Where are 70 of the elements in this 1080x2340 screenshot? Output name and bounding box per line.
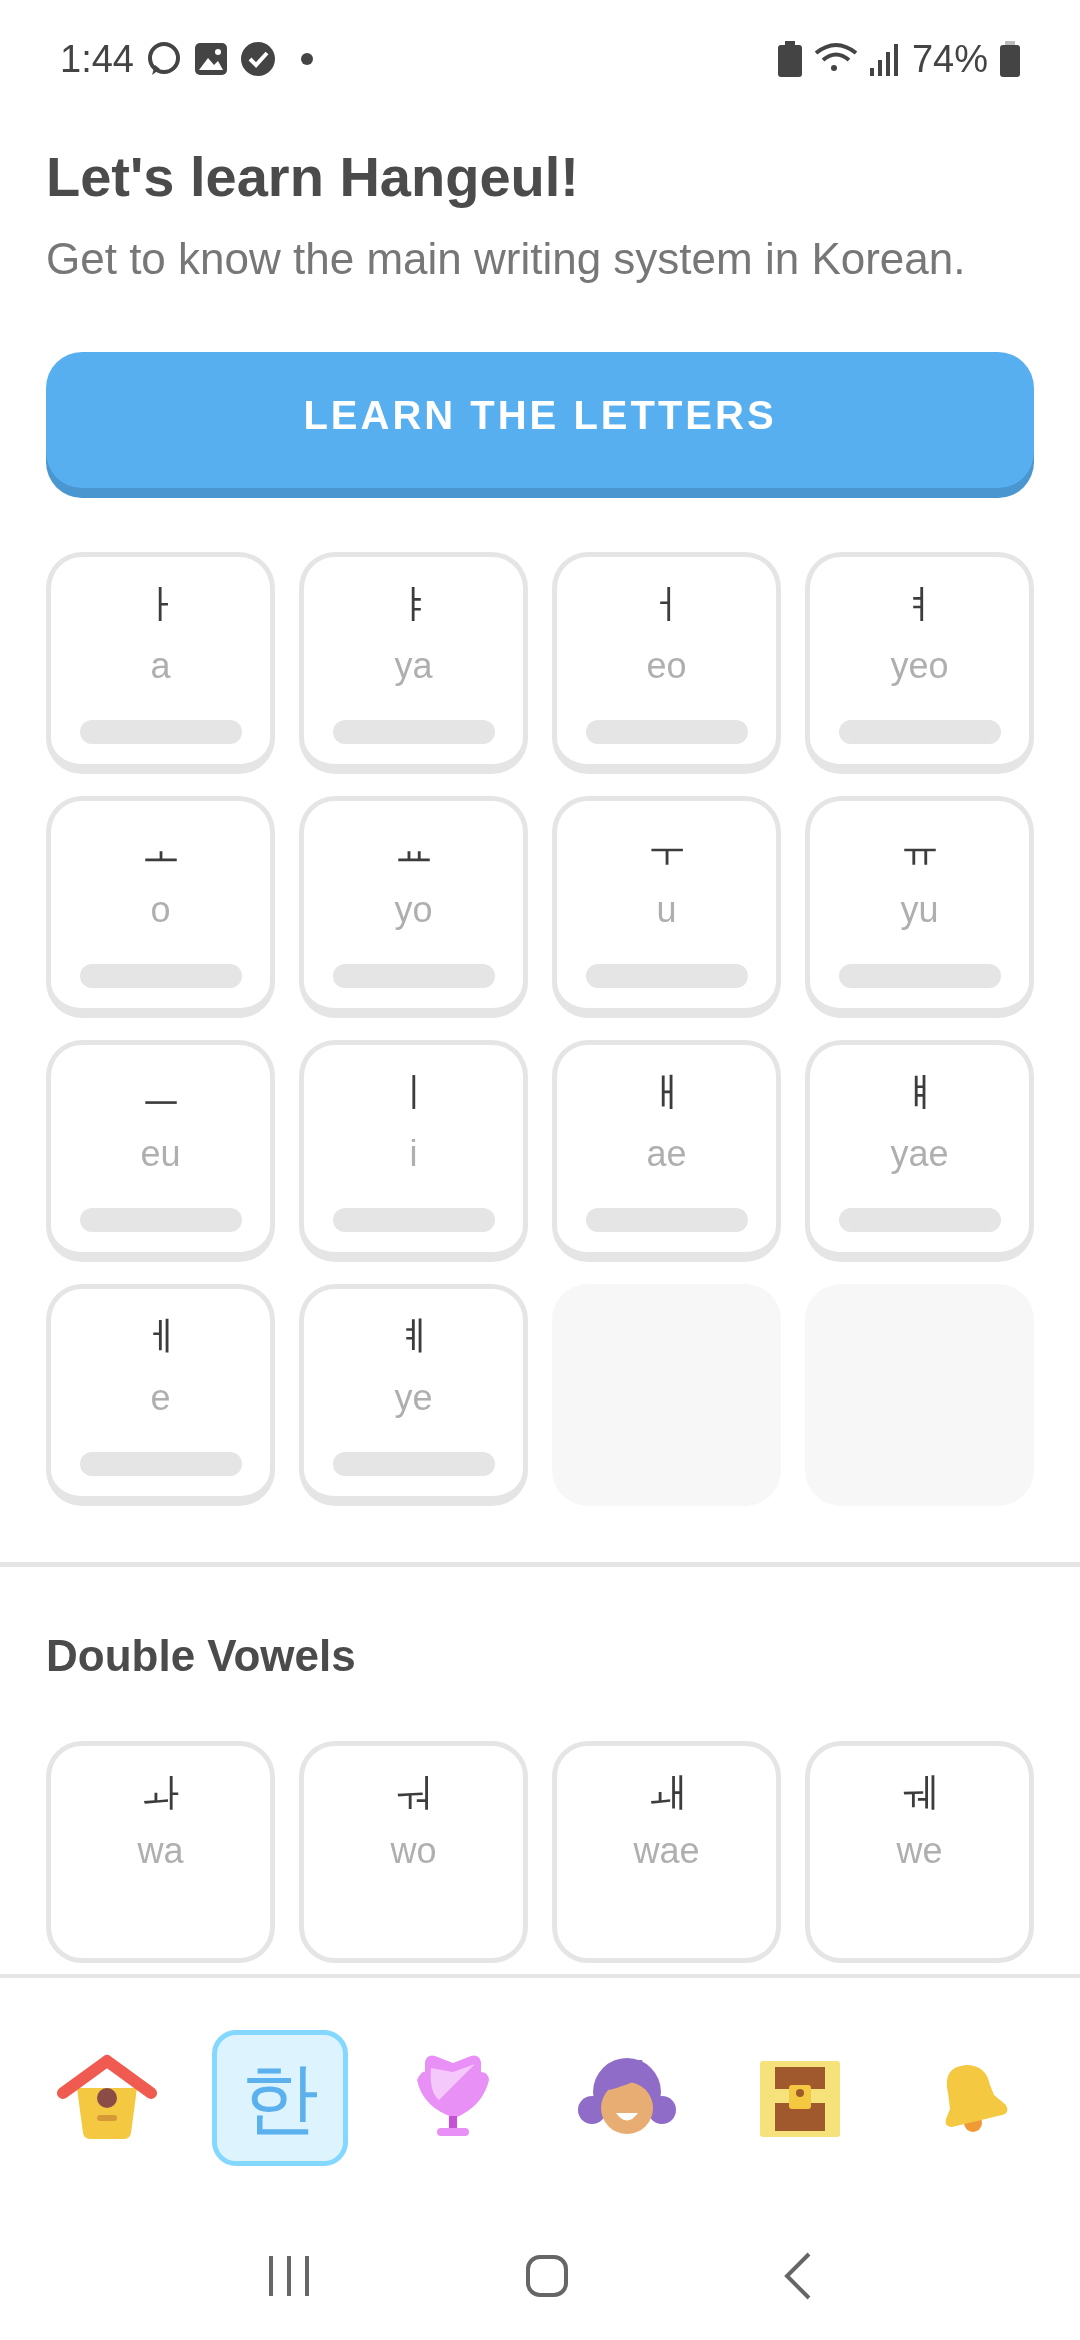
hangul-letter: ㅝ [393, 1769, 434, 1818]
romanization: ye [394, 1376, 433, 1420]
romanization: ya [394, 644, 433, 688]
hangul-letter: ㅠ [899, 824, 940, 873]
hangul-letter: ㅏ [140, 580, 181, 629]
page-subtitle: Get to know the main writing system in Korean. [46, 233, 967, 285]
hangul-letter: ㅛ [393, 824, 434, 873]
romanization: wa [137, 1829, 184, 1873]
hangul-letter: ㅖ [393, 1312, 434, 1361]
hangul-letter: ㅕ [899, 580, 940, 629]
letter-card[interactable]: ㅣ i [299, 1040, 528, 1262]
letter-card[interactable]: ㅐ ae [552, 1040, 781, 1262]
status-time: 1:44 [60, 36, 134, 82]
romanization: ae [646, 1132, 687, 1176]
romanization: eo [646, 644, 687, 688]
romanization: yu [900, 888, 939, 932]
image-icon [193, 42, 228, 76]
dot-icon [299, 52, 314, 66]
signal-icon [869, 42, 900, 76]
letter-card[interactable]: ㅘ wa [46, 1741, 275, 1963]
letter-card[interactable]: ㅑ ya [299, 552, 528, 774]
hangul-letter: ㅒ [899, 1068, 940, 1117]
romanization: wo [390, 1829, 437, 1873]
check-circle-icon [239, 41, 276, 77]
letter-card[interactable]: ㅕ yeo [805, 552, 1034, 774]
hangul-letter: ㅔ [140, 1312, 181, 1361]
romanization: yo [394, 888, 433, 932]
romanization: wae [633, 1829, 700, 1873]
hangul-letter: ㅡ [140, 1068, 181, 1117]
letter-card[interactable]: ㅗ o [46, 796, 275, 1018]
letter-card[interactable]: ㅞ we [805, 1741, 1034, 1963]
romanization: o [150, 888, 171, 932]
hangul-letter: ㅜ [646, 824, 687, 873]
hangul-letter: ㅙ [646, 1769, 687, 1818]
letter-card[interactable]: ㅝ wo [299, 1741, 528, 1963]
letter-card[interactable]: ㅖ ye [299, 1284, 528, 1506]
romanization: yeo [890, 644, 949, 688]
recents-icon[interactable] [267, 2256, 311, 2296]
letter-card[interactable]: ㅡ eu [46, 1040, 275, 1262]
letter-card[interactable]: ㅠ yu [805, 796, 1034, 1018]
letter-card[interactable]: ㅛ yo [299, 796, 528, 1018]
hangul-letter: ㅑ [393, 580, 434, 629]
letter-card[interactable]: ㅒ yae [805, 1040, 1034, 1262]
hangul-letter: ㅘ [140, 1769, 181, 1818]
hangul-letter: ㅗ [140, 824, 181, 873]
letter-card[interactable]: ㅙ wae [552, 1741, 781, 1963]
hangul-letter: ㅓ [646, 580, 687, 629]
romanization: eu [140, 1132, 181, 1176]
battery-percent: 74% [911, 36, 988, 82]
romanization: yae [890, 1132, 949, 1176]
romanization: i [409, 1132, 418, 1176]
home-icon[interactable] [525, 2254, 569, 2298]
letter-card[interactable]: ㅜ u [552, 796, 781, 1018]
romanization: a [150, 644, 171, 688]
battery-icon [1000, 41, 1020, 77]
page-title: Let's learn Hangeul! [46, 144, 580, 210]
back-icon[interactable] [783, 2252, 813, 2300]
romanization: e [150, 1376, 171, 1420]
letter-card[interactable]: ㅔ e [46, 1284, 275, 1506]
section-title: Double Vowels [46, 1630, 357, 1682]
letter-card[interactable]: ㅓ eo [552, 552, 781, 774]
letter-card[interactable]: ㅏ a [46, 552, 275, 774]
chat-icon [145, 41, 182, 77]
letters-tab-glyph: 한 [241, 2059, 319, 2137]
hangul-letter: ㅣ [393, 1068, 434, 1117]
romanization: we [896, 1829, 943, 1873]
hangul-letter: ㅞ [899, 1769, 940, 1818]
hangul-letter: ㅐ [646, 1068, 687, 1117]
romanization: u [656, 888, 677, 932]
battery-saver-icon [777, 41, 802, 77]
